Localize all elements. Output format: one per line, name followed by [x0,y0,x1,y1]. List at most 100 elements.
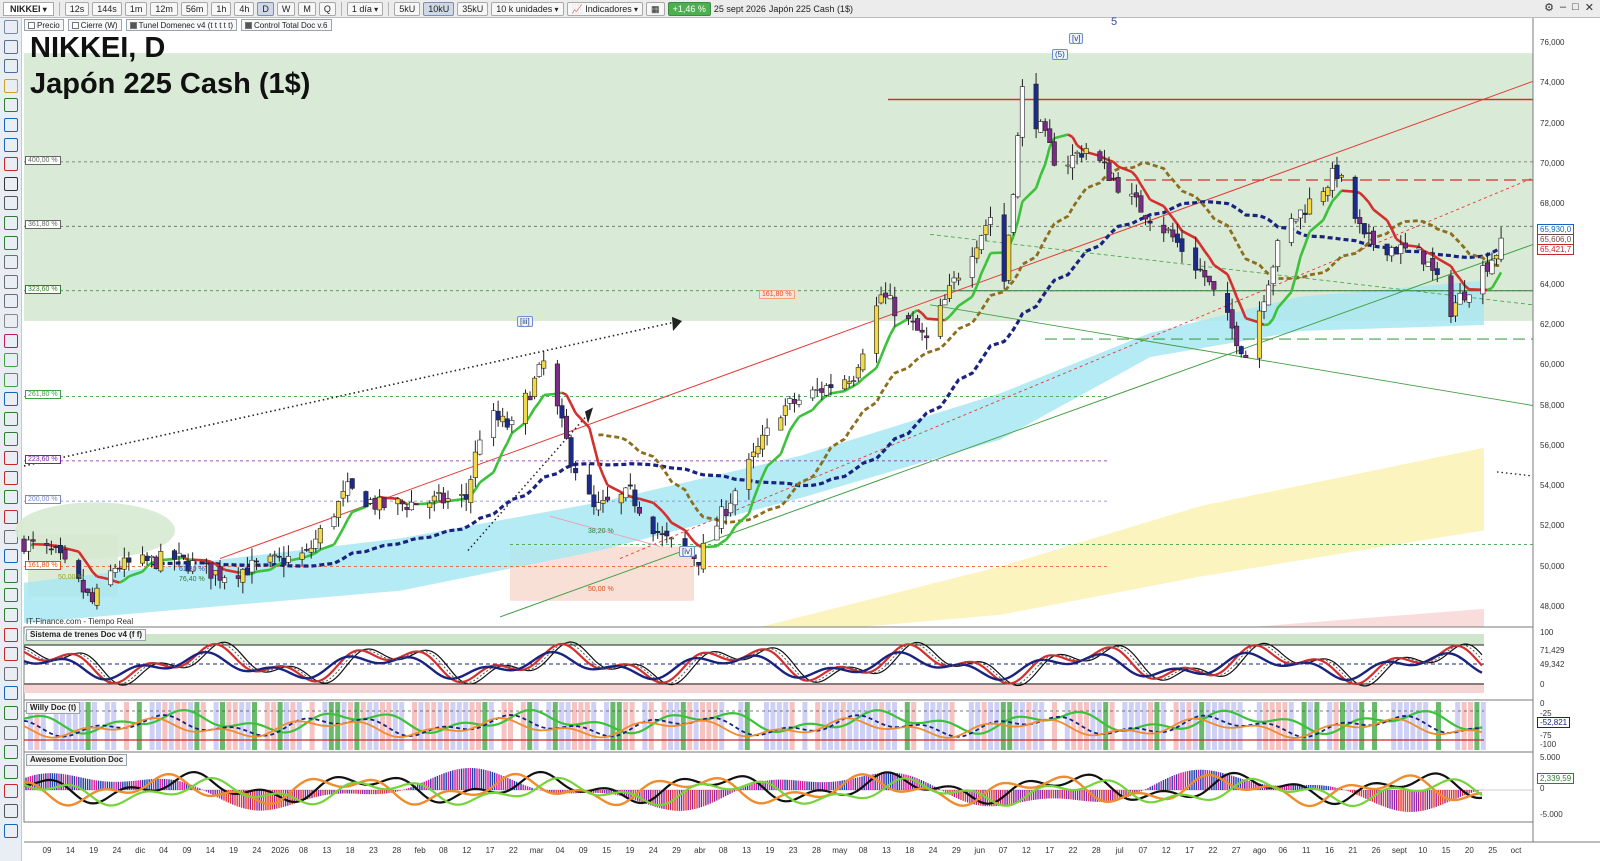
candle-body [1256,310,1262,359]
oscillator-axis-tick: -75 [1540,731,1552,740]
candle-body [1174,233,1180,243]
candle-body [1261,301,1267,312]
moving-average-fast-segment [889,325,896,336]
chart-canvas[interactable] [0,0,1600,861]
candle-body [272,554,278,557]
time-axis-tick: feb [414,846,426,855]
candle-body [636,507,642,514]
checkbox-icon[interactable] [129,22,137,29]
time-axis-tick: 04 [159,846,169,855]
candle-body [946,285,952,299]
candle-body [217,566,223,581]
candle-body [987,217,993,225]
candle-body [668,537,674,540]
legend-item-precio[interactable]: Precio [24,19,64,31]
retracement-label: 50,00 % [58,574,84,581]
candle-body [650,516,656,535]
oscillator-axis-tick: 49,342 [1540,660,1565,669]
fib-level-label: 361,80 % [25,220,61,230]
oscillator-axis-tick: 0 [1540,784,1545,793]
willy-histogram-bar [1071,702,1077,750]
legend-item-control-total[interactable]: Control Total Doc v.6 [240,19,332,31]
time-axis-tick: 29 [951,846,961,855]
candle-body [26,539,32,552]
candle-body [240,569,246,583]
candle-body [1111,177,1117,180]
time-axis-tick: 26 [1371,846,1381,855]
willy-histogram-bar [1461,702,1467,750]
moving-average-fast-segment [528,407,536,417]
candle-body [126,557,132,563]
candle-body [1466,294,1472,303]
candle-body [700,542,706,570]
candle-body [1097,151,1103,161]
candle-body [336,501,342,518]
candle-body [887,295,893,300]
time-axis-tick: 22 [1208,846,1218,855]
time-axis-tick: 18 [345,846,355,855]
candle-body [1293,218,1299,222]
candle-body [796,399,802,405]
moving-average-fast-segment [206,559,212,563]
willy-histogram-bar [271,702,277,750]
candle-body [427,502,433,508]
willy-histogram-bar [930,702,936,750]
candle-body [883,292,889,298]
candle-body [285,556,291,563]
candle-body [57,545,63,554]
legend-item-cierre[interactable]: Cierre (W) [67,19,122,31]
candle-body [1006,234,1012,281]
willy-histogram-bar [1084,702,1089,750]
willy-histogram-bar [1359,702,1365,750]
candle-body [331,516,337,527]
retracement-label: 38,20 % [588,528,614,535]
time-axis-tick: 13 [881,846,891,855]
moving-average-fast-segment [146,561,153,568]
fib-level-label: 400,00 % [25,155,61,165]
willy-histogram-bar [642,702,648,750]
time-axis-tick: 22 [508,846,518,855]
legend-label: Control Total Doc v.6 [253,21,328,30]
moving-average-fast-segment [332,536,340,546]
candle-body [1320,191,1326,202]
moving-average-fast-segment [183,556,189,561]
candle-body [1142,215,1148,220]
candle-body [1019,86,1025,138]
candle-body [44,543,50,546]
candle-body [764,427,770,436]
candle-body [1402,242,1408,249]
checkbox-icon[interactable] [244,22,252,29]
willy-histogram-bar [1468,702,1473,750]
candle-body [340,491,346,499]
willy-histogram-bar [348,702,353,750]
willy-histogram-bar [853,702,859,750]
willy-histogram-bar [559,702,565,750]
willy-histogram-bar [1474,702,1480,750]
moving-average-fast-segment [1486,286,1493,292]
willy-histogram-bar [1480,702,1486,750]
oscillator-axis-tick: 0 [1540,680,1545,689]
checkbox-icon[interactable] [71,22,79,29]
willy-histogram-bar [1039,702,1045,750]
candle-body [559,405,565,419]
candle-body [1033,83,1039,130]
willy-histogram-bar [309,702,315,750]
willy-histogram-bar [1352,702,1358,750]
willy-histogram-bar [789,702,795,750]
willy-histogram-bar [776,702,782,750]
candle-body [1079,153,1085,158]
checkbox-icon[interactable] [28,22,35,29]
time-axis-tick: ago [1252,846,1267,855]
willy-histogram-bar [1423,702,1429,750]
candle-body [655,531,661,533]
legend-item-tunel[interactable]: Tunel Domenec v4 (t t t t t) [125,19,237,31]
willy-histogram-bar [85,702,91,750]
willy-histogram-bar [162,702,168,750]
willy-histogram-bar [1314,702,1320,750]
candle-body [62,549,68,560]
moving-average-fast-segment [875,356,883,369]
willy-histogram-bar [354,702,360,750]
willy-histogram-bar [284,702,289,750]
candle-body [919,329,925,333]
moving-average-fast-segment [830,389,845,395]
